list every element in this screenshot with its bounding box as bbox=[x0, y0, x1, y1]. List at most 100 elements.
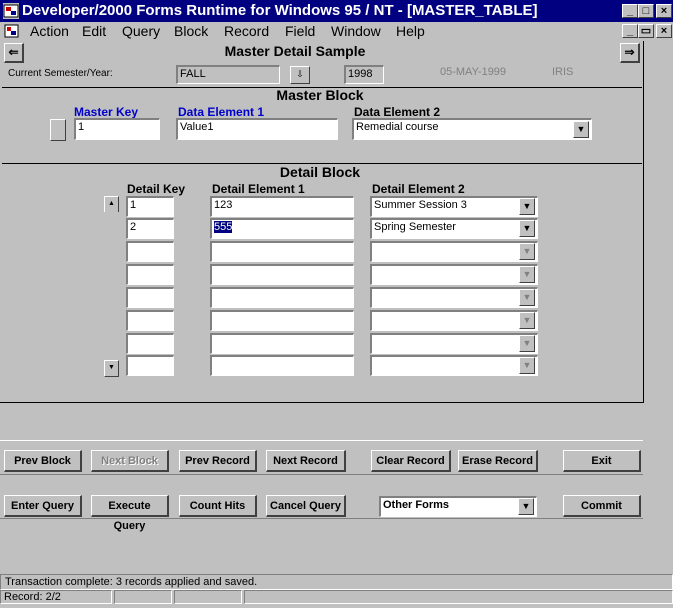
detail-elem2-select[interactable] bbox=[370, 333, 538, 354]
master-elem2-select[interactable]: Remedial course bbox=[352, 118, 592, 140]
arrow-left-icon: ⇐ bbox=[8, 45, 19, 59]
chevron-down-icon: ▼ bbox=[576, 124, 586, 134]
caret-down-icon: ▼ bbox=[108, 364, 115, 371]
forms-app-icon[interactable] bbox=[3, 3, 19, 19]
menu-record[interactable]: Record bbox=[224, 23, 269, 39]
detail-key-field[interactable] bbox=[126, 333, 174, 354]
detail-key-field[interactable]: 2 bbox=[126, 218, 174, 239]
caret-up-icon: ▲ bbox=[108, 200, 115, 207]
detail-elem1-field[interactable] bbox=[210, 287, 354, 308]
semester-field[interactable]: FALL bbox=[176, 65, 280, 84]
master-elem2-dropdown-button[interactable]: ▼ bbox=[573, 121, 589, 138]
detail-elem2-select[interactable] bbox=[370, 241, 538, 262]
chevron-down-icon: ▼ bbox=[522, 360, 532, 370]
chevron-down-icon: ▼ bbox=[522, 246, 532, 256]
detail-elem1-field[interactable] bbox=[210, 355, 354, 376]
prev-block-button[interactable]: Prev Block bbox=[4, 450, 82, 472]
master-elem2-label: Data Element 2 bbox=[354, 105, 441, 119]
detail-elem1-field[interactable]: 123 bbox=[210, 196, 354, 217]
prev-arrow-button[interactable]: ⇐ bbox=[4, 43, 24, 63]
chevron-down-icon: ▼ bbox=[522, 292, 532, 302]
detail-elem2-dropdown-button[interactable]: ▼ bbox=[519, 289, 535, 306]
master-scrollbar[interactable] bbox=[50, 119, 66, 141]
detail-key-field[interactable] bbox=[126, 264, 174, 285]
detail-elem2-label: Detail Element 2 bbox=[372, 182, 465, 196]
detail-elem1-field[interactable] bbox=[210, 241, 354, 262]
minimize-button[interactable]: _ bbox=[622, 4, 638, 18]
commit-button[interactable]: Commit bbox=[563, 495, 641, 517]
status-cell bbox=[174, 590, 242, 604]
divider bbox=[0, 474, 643, 475]
detail-key-field[interactable] bbox=[126, 355, 174, 376]
detail-elem2-select[interactable] bbox=[370, 264, 538, 285]
menu-edit[interactable]: Edit bbox=[82, 23, 106, 39]
next-arrow-button[interactable]: ⇒ bbox=[620, 43, 640, 63]
detail-elem2-dropdown-button[interactable]: ▼ bbox=[519, 266, 535, 283]
menu-field[interactable]: Field bbox=[285, 23, 315, 39]
erase-record-button[interactable]: Erase Record bbox=[458, 450, 538, 472]
scroll-up-button[interactable]: ▲ bbox=[104, 196, 119, 213]
next-record-button[interactable]: Next Record bbox=[266, 450, 346, 472]
scroll-down-button[interactable]: ▼ bbox=[104, 360, 119, 377]
exit-button[interactable]: Exit bbox=[563, 450, 641, 472]
prev-record-button[interactable]: Prev Record bbox=[179, 450, 257, 472]
chevron-down-icon: ▼ bbox=[522, 223, 532, 233]
detail-scrollbar[interactable]: ▲ ▼ bbox=[104, 196, 119, 377]
doc-close-button[interactable]: × bbox=[656, 24, 672, 38]
master-elem1-field[interactable]: Value1 bbox=[176, 118, 338, 140]
detail-elem1-field[interactable] bbox=[210, 310, 354, 331]
close-button[interactable]: × bbox=[656, 4, 672, 18]
detail-elem2-dropdown-button[interactable]: ▼ bbox=[519, 335, 535, 352]
menu-query[interactable]: Query bbox=[122, 23, 160, 39]
menu-block[interactable]: Block bbox=[174, 23, 208, 39]
detail-elem1-field[interactable]: 555 bbox=[210, 218, 354, 239]
detail-elem2-select[interactable] bbox=[370, 287, 538, 308]
detail-key-field[interactable] bbox=[126, 287, 174, 308]
semester-lov-button[interactable]: ⇩ bbox=[290, 66, 310, 84]
detail-key-field[interactable] bbox=[126, 241, 174, 262]
master-key-field[interactable]: 1 bbox=[74, 118, 160, 140]
doc-restore-button[interactable]: ▭ bbox=[638, 24, 654, 38]
scroll-track[interactable] bbox=[104, 212, 119, 360]
menu-window[interactable]: Window bbox=[331, 23, 381, 39]
detail-elem2-dropdown-button[interactable]: ▼ bbox=[519, 198, 535, 215]
count-hits-button[interactable]: Count Hits bbox=[179, 495, 257, 517]
doc-minimize-button[interactable]: _ bbox=[622, 24, 638, 38]
detail-elem2-dropdown-button[interactable]: ▼ bbox=[519, 357, 535, 374]
enter-query-button[interactable]: Enter Query bbox=[4, 495, 82, 517]
cancel-query-button[interactable]: Cancel Query bbox=[266, 495, 346, 517]
detail-elem2-select[interactable] bbox=[370, 355, 538, 376]
detail-elem2-dropdown-button[interactable]: ▼ bbox=[519, 312, 535, 329]
detail-key-field[interactable] bbox=[126, 310, 174, 331]
detail-elem1-field[interactable] bbox=[210, 264, 354, 285]
detail-elem1-label: Detail Element 1 bbox=[212, 182, 305, 196]
detail-elem2-select[interactable]: Summer Session 3 bbox=[370, 196, 538, 217]
menu-action[interactable]: Action bbox=[30, 23, 69, 39]
detail-elem2-select[interactable]: Spring Semester bbox=[370, 218, 538, 239]
year-field[interactable]: 1998 bbox=[344, 65, 384, 84]
status-cell bbox=[114, 590, 172, 604]
maximize-button[interactable]: □ bbox=[638, 4, 654, 18]
chevron-down-icon: ▼ bbox=[522, 201, 532, 211]
menu-help[interactable]: Help bbox=[396, 23, 425, 39]
clear-record-button[interactable]: Clear Record bbox=[371, 450, 451, 472]
detail-elem2-dropdown-button[interactable]: ▼ bbox=[519, 243, 535, 260]
detail-key-field[interactable]: 1 bbox=[126, 196, 174, 217]
detail-elem2-select[interactable] bbox=[370, 310, 538, 331]
detail-block-title: Detail Block bbox=[279, 164, 361, 180]
download-arrow-icon: ⇩ bbox=[296, 69, 304, 79]
other-forms-select[interactable]: Other Forms bbox=[379, 496, 537, 517]
status-bar: Record: 2/2 bbox=[0, 590, 673, 606]
divider bbox=[0, 440, 643, 441]
execute-query-button[interactable]: Execute Query bbox=[91, 495, 169, 532]
chevron-down-icon: ▼ bbox=[521, 501, 531, 511]
title-bar: Developer/2000 Forms Runtime for Windows… bbox=[0, 0, 673, 22]
chevron-down-icon: ▼ bbox=[522, 338, 532, 348]
user-field: IRIS bbox=[550, 65, 624, 84]
other-forms-dropdown-button[interactable]: ▼ bbox=[518, 498, 534, 515]
detail-elem2-dropdown-button[interactable]: ▼ bbox=[519, 220, 535, 237]
master-key-label: Master Key bbox=[74, 105, 139, 119]
document-icon[interactable] bbox=[4, 24, 20, 39]
detail-elem1-field[interactable] bbox=[210, 333, 354, 354]
next-block-button[interactable]: Next Block bbox=[91, 450, 169, 472]
